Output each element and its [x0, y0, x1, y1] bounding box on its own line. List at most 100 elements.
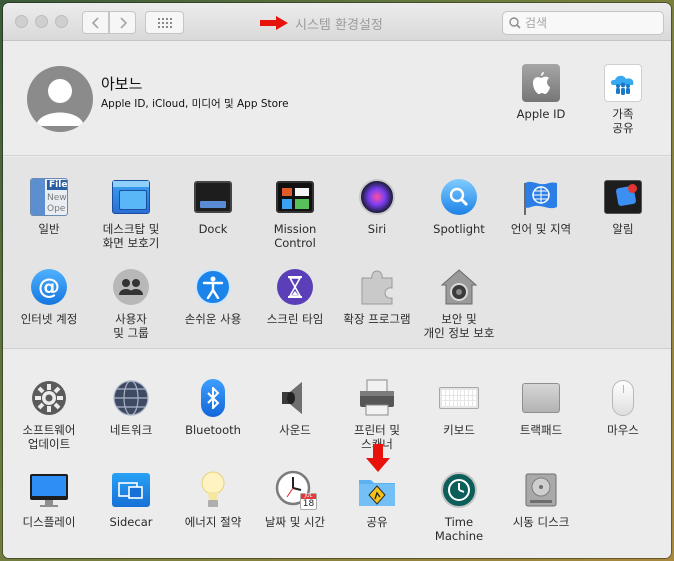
notifications-icon: [603, 177, 643, 217]
pref-startup-disk[interactable]: 시동 디스크: [500, 470, 582, 529]
window-title: 시스템 환경설정: [295, 18, 383, 33]
pref-label: 에너지 절약: [184, 515, 242, 529]
search-field[interactable]: [502, 11, 664, 35]
pref-network[interactable]: 네트워크: [90, 378, 172, 437]
pref-sidecar[interactable]: Sidecar: [90, 470, 172, 529]
mission-control-icon: [275, 177, 315, 217]
pref-mission-control[interactable]: Mission Control: [254, 177, 336, 250]
pref-sharing[interactable]: 공유: [336, 470, 418, 529]
users-icon: [111, 267, 151, 307]
pref-label: 알림: [612, 222, 634, 236]
pref-label: 날짜 및 시간: [264, 515, 326, 529]
display-monitor-icon: [29, 470, 69, 510]
family-sharing-icon: [604, 64, 642, 102]
lightbulb-icon: [193, 470, 233, 510]
spotlight-magnifier-icon: [439, 177, 479, 217]
chevron-left-icon: [91, 16, 99, 29]
pref-label: 언어 및 지역: [510, 222, 572, 236]
apple-logo-icon: [522, 64, 560, 102]
security-house-icon: [439, 267, 479, 307]
keyboard-icon: [439, 378, 479, 418]
pref-time-machine[interactable]: Time Machine: [418, 470, 500, 543]
printer-icon: [357, 378, 397, 418]
pref-sound[interactable]: 사운드: [254, 378, 336, 437]
pref-date-time[interactable]: JUL 18 날짜 및 시간: [254, 470, 336, 529]
pref-language-region[interactable]: 언어 및 지역: [500, 177, 582, 236]
pref-label: 보안 및 개인 정보 보호: [423, 312, 495, 340]
search-input[interactable]: [525, 16, 655, 30]
red-arrow-right-icon: [260, 16, 288, 30]
pref-siri[interactable]: Siri: [336, 177, 418, 236]
pref-label: 키보드: [443, 423, 475, 437]
network-globe-icon: [111, 378, 151, 418]
pref-label: 손쉬운 사용: [184, 312, 242, 326]
pref-users-groups[interactable]: 사용자 및 그룹: [90, 267, 172, 340]
user-avatar[interactable]: [27, 66, 93, 132]
calendar-day: 18: [302, 499, 315, 509]
trackpad-icon: [521, 378, 561, 418]
pref-label: Siri: [367, 222, 387, 236]
pref-label: Dock: [198, 222, 228, 236]
pref-label: 가족 공유: [612, 107, 634, 135]
pref-keyboard[interactable]: 키보드: [418, 378, 500, 437]
pref-software-update[interactable]: 소프트웨어 업데이트: [8, 378, 90, 451]
pref-label: 디스플레이: [22, 515, 76, 529]
desktop-screensaver-icon: [111, 177, 151, 217]
pref-security-privacy[interactable]: 보안 및 개인 정보 보호: [418, 267, 500, 340]
pref-energy-saver[interactable]: 에너지 절약: [172, 470, 254, 529]
at-sign-icon: @: [29, 267, 69, 307]
pref-label: Apple ID: [516, 107, 566, 121]
pref-printers-scanners[interactable]: 프린터 및스캐너: [336, 378, 418, 451]
pref-apple-id[interactable]: Apple ID: [500, 64, 582, 121]
pref-spotlight[interactable]: Spotlight: [418, 177, 500, 236]
pref-label: 데스크탑 및 화면 보호기: [102, 222, 160, 250]
zoom-window-button[interactable]: [55, 15, 68, 28]
pref-desktop-screensaver[interactable]: 데스크탑 및 화면 보호기: [90, 177, 172, 250]
grid-icon: [157, 17, 172, 28]
flag-globe-icon: [521, 177, 561, 217]
pref-label: 공유: [366, 515, 388, 529]
pref-label: 시동 디스크: [512, 515, 570, 529]
minimize-window-button[interactable]: [35, 15, 48, 28]
pref-displays[interactable]: 디스플레이: [8, 470, 90, 529]
pref-dock[interactable]: Dock: [172, 177, 254, 236]
chevron-right-icon: [119, 16, 127, 29]
pref-family-sharing[interactable]: 가족 공유: [582, 64, 664, 135]
mouse-icon: [603, 378, 643, 418]
pref-mouse[interactable]: 마우스: [582, 378, 664, 437]
general-file-icon: File New Ope: [29, 177, 69, 217]
pref-accessibility[interactable]: 손쉬운 사용: [172, 267, 254, 326]
search-icon: [509, 17, 521, 29]
bluetooth-icon: [193, 378, 233, 418]
pref-notifications[interactable]: 알림: [582, 177, 664, 236]
hard-disk-icon: [521, 470, 561, 510]
pref-screen-time[interactable]: 스크린 타임: [254, 267, 336, 326]
pref-internet-accounts[interactable]: @ 인터넷 계정: [8, 267, 90, 326]
speaker-icon: [275, 378, 315, 418]
hardware-prefs-section: 소프트웨어 업데이트 네트워크 Bluetooth 사운드 프린터 및 키보드 …: [3, 350, 671, 558]
pref-label: 일반: [38, 222, 60, 236]
pref-bluetooth[interactable]: Bluetooth: [172, 378, 254, 437]
gear-icon: [29, 378, 69, 418]
clock-calendar-icon: JUL 18: [275, 470, 317, 510]
back-button[interactable]: [82, 11, 109, 34]
pref-label: 사용자 및 그룹: [113, 312, 149, 340]
forward-button[interactable]: [109, 11, 136, 34]
close-window-button[interactable]: [15, 15, 28, 28]
pref-general[interactable]: File New Ope 일반: [8, 177, 90, 236]
red-arrow-down-icon: [366, 444, 390, 472]
pref-label: Mission Control: [273, 222, 317, 250]
show-all-button[interactable]: [145, 11, 184, 34]
pref-label: Spotlight: [433, 222, 485, 236]
account-section: 아보느 Apple ID, iCloud, 미디어 및 App Store Ap…: [3, 42, 671, 156]
puzzle-piece-icon: [357, 267, 397, 307]
pref-extensions[interactable]: 확장 프로그램: [336, 267, 418, 326]
user-silhouette-icon: [36, 79, 84, 126]
user-subtitle: Apple ID, iCloud, 미디어 및 App Store: [101, 98, 289, 110]
pref-label: 인터넷 계정: [20, 312, 78, 326]
pref-trackpad[interactable]: 트랙패드: [500, 378, 582, 437]
pref-label: 스크린 타임: [266, 312, 324, 326]
time-machine-icon: [439, 470, 479, 510]
siri-icon: [357, 177, 397, 217]
pref-label: Sidecar: [109, 515, 153, 529]
